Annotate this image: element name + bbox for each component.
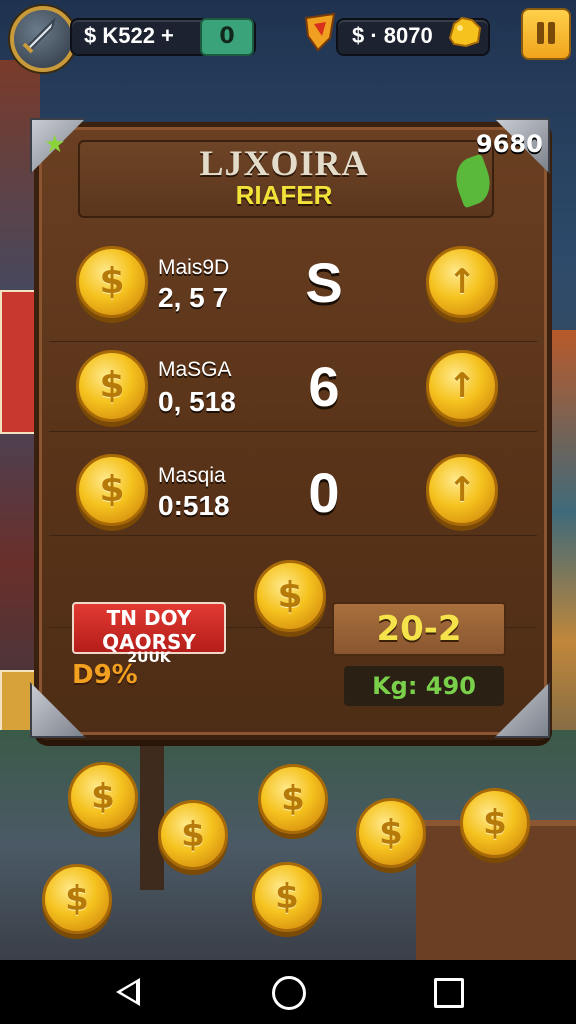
loose-coin[interactable]: $ [42, 864, 112, 934]
recent-apps-icon[interactable] [434, 978, 464, 1008]
loose-coin[interactable]: $ [158, 800, 228, 870]
collect-coin-button[interactable]: ↑ [426, 454, 498, 526]
player-avatar[interactable] [10, 6, 76, 72]
loose-coin[interactable]: $ [460, 788, 530, 858]
coin-icon: $ [76, 246, 148, 318]
loose-coin[interactable]: $ [252, 862, 322, 932]
gold-nugget-icon [444, 10, 486, 52]
board-subtitle: RIAFER [235, 180, 333, 210]
row-value: 0:518 [158, 490, 230, 521]
loose-coin[interactable]: $ [356, 798, 426, 868]
score-plate: 20-2 [332, 602, 506, 656]
row-value: 2, 5 7 [158, 282, 229, 313]
row-label: Masqia [158, 464, 226, 487]
row-label: Mais9D [158, 256, 230, 279]
offer-banner-line1: TN DOY QAORSY [102, 606, 196, 654]
back-icon-inner [121, 983, 136, 1001]
collect-coin-button[interactable]: ↑ [426, 246, 498, 318]
loose-coin[interactable]: $ [258, 764, 328, 834]
offer-banner[interactable]: TN DOY QAORSY 2UUK [72, 602, 226, 666]
weight-readout: Kg: 490 [344, 666, 504, 706]
shield-gem-icon [300, 10, 340, 54]
board-title: LJXOIRA [199, 143, 369, 183]
green-counter[interactable]: 0 [200, 18, 254, 56]
row-label: MaSGA [158, 358, 232, 381]
home-icon[interactable] [272, 976, 306, 1010]
pause-button[interactable] [521, 8, 571, 60]
row-multiplier: 0 [308, 461, 340, 524]
center-coin-icon: $ [254, 560, 326, 632]
percent-text: D9% [72, 660, 138, 690]
sword-icon [22, 16, 56, 54]
row-multiplier: S [305, 251, 343, 314]
star-icon: ★ [44, 130, 66, 158]
currency-text: $ · 8070 [352, 23, 433, 48]
row-value: 0, 518 [158, 386, 236, 417]
row-multiplier: 6 [308, 355, 340, 418]
coin-icon: $ [76, 350, 148, 422]
coin-icon: $ [76, 454, 148, 526]
corner-number: 9680 [476, 130, 543, 158]
balance-text: $ K522 + [84, 23, 174, 48]
loose-coin[interactable]: $ [68, 762, 138, 832]
collect-coin-button[interactable]: ↑ [426, 350, 498, 422]
